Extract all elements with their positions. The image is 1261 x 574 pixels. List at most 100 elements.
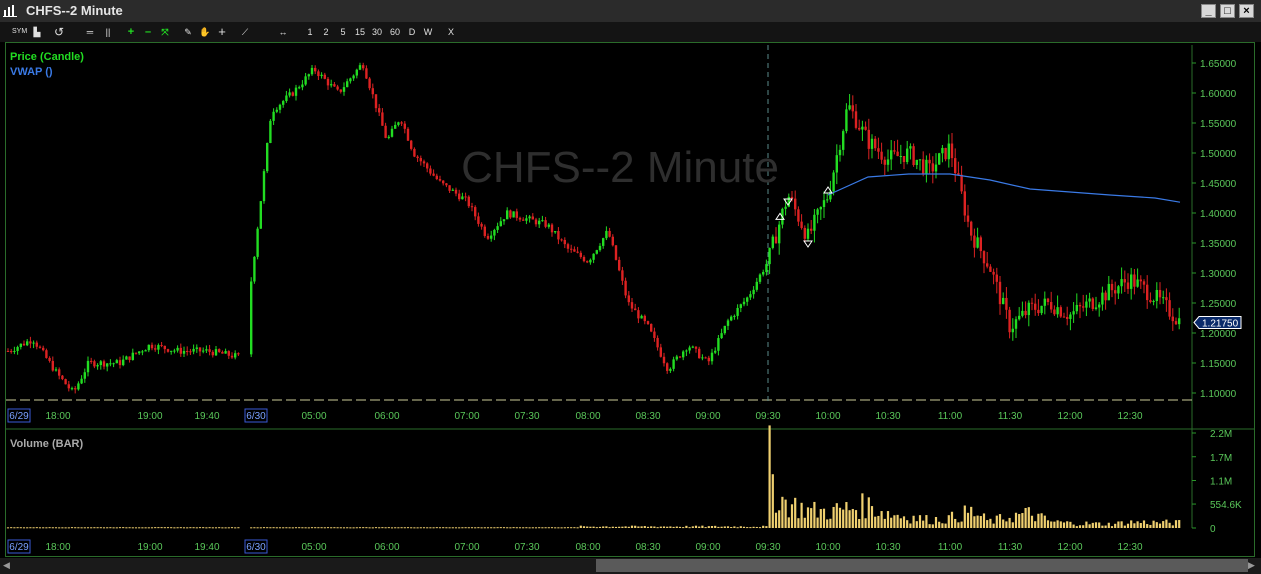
volume-bar — [352, 527, 355, 529]
scroll-right-icon[interactable]: ▶ — [1248, 560, 1255, 571]
volume-bar — [358, 527, 362, 529]
candle-up — [195, 347, 198, 349]
time-tick-label: 08:30 — [635, 411, 660, 422]
volume-bar — [1027, 507, 1030, 528]
candle-up — [493, 229, 496, 236]
scrollbar-thumb[interactable] — [596, 559, 1248, 572]
volume-tick-label: 1.7M — [1210, 453, 1232, 464]
candle-down — [291, 92, 294, 96]
time-tick-label: 18:00 — [45, 411, 70, 422]
volume-bar — [115, 527, 118, 529]
volume-bar — [531, 527, 534, 529]
time-tick-label: 10:30 — [875, 542, 900, 553]
candle-down — [189, 351, 192, 353]
volume-bar — [1075, 526, 1078, 528]
candle-down — [384, 125, 387, 138]
candle-down — [1050, 302, 1053, 310]
volume-bar — [877, 515, 880, 528]
price-tick-label: 1.60000 — [1200, 89, 1237, 100]
candle-up — [499, 221, 502, 227]
candle-up — [758, 274, 762, 282]
candle-up — [32, 342, 35, 344]
candle-down — [637, 310, 640, 319]
volume-bar — [922, 520, 925, 528]
candle-up — [918, 159, 922, 161]
volume-bar — [422, 527, 426, 529]
candle-down — [1171, 316, 1174, 322]
volume-bar — [762, 525, 765, 528]
candle-up — [192, 348, 195, 352]
volume-bar — [736, 527, 739, 529]
volume-bar — [902, 516, 906, 528]
candle-down — [486, 235, 490, 239]
candle-down — [627, 295, 630, 303]
volume-bar — [787, 517, 790, 528]
volume-bar — [1062, 522, 1066, 528]
volume-bar — [323, 527, 326, 529]
price-volume-chart[interactable]: CHFS--2 Minute 1.65000 1.60000 1.55000 1.500… — [0, 0, 1261, 558]
candle-down — [51, 360, 54, 371]
time-tick-label: 10:30 — [875, 411, 900, 422]
candle-down — [896, 151, 899, 157]
candle-up — [272, 111, 275, 121]
candle-up — [250, 281, 253, 355]
candle-up — [298, 87, 301, 89]
volume-bar — [560, 527, 563, 529]
candle-up — [746, 297, 749, 302]
volume-bar — [893, 515, 896, 528]
candle-up — [1027, 302, 1030, 316]
candle-up — [822, 200, 826, 207]
volume-bar — [778, 510, 781, 528]
candle-down — [566, 244, 570, 249]
volume-bar — [493, 527, 496, 529]
time-tick-label: 11:00 — [938, 411, 963, 422]
candle-down — [624, 280, 627, 296]
volume-bar — [410, 527, 413, 529]
date-marker-label: 6/29 — [9, 542, 29, 553]
volume-bar — [822, 508, 826, 528]
volume-bar — [970, 506, 973, 528]
volume-bar — [915, 521, 918, 528]
candle-down — [912, 146, 915, 166]
volume-bar — [742, 526, 746, 528]
candle-up — [397, 122, 400, 125]
volume-bar — [227, 527, 230, 529]
candle-up — [294, 87, 298, 96]
candle-down — [1149, 300, 1152, 303]
volume-bar — [80, 527, 83, 529]
candle-down — [1008, 309, 1011, 333]
candle-down — [368, 78, 371, 89]
volume-bar — [563, 527, 566, 529]
volume-bar — [803, 517, 806, 528]
volume-bar — [608, 527, 611, 529]
volume-bar — [1152, 520, 1155, 528]
candle-up — [1011, 328, 1014, 333]
horizontal-scrollbar[interactable]: ◀ ▶ — [0, 558, 1261, 574]
candle-down — [10, 351, 13, 353]
volume-bar — [432, 527, 435, 529]
candle-up — [816, 209, 819, 215]
candle-down — [960, 174, 963, 192]
candle-up — [275, 109, 278, 112]
candle-down — [323, 74, 326, 79]
candle-down — [134, 352, 138, 354]
candle-up — [685, 350, 688, 352]
candle-down — [557, 231, 560, 240]
volume-bar — [1056, 520, 1059, 528]
price-tick-label: 1.55000 — [1200, 119, 1237, 130]
volume-bar — [317, 527, 320, 529]
volume-bar — [294, 527, 298, 529]
volume-bar — [720, 526, 723, 528]
volume-bar — [64, 527, 67, 529]
volume-bar — [35, 527, 38, 529]
scroll-left-icon[interactable]: ◀ — [3, 560, 10, 571]
volume-bar — [653, 526, 656, 528]
candle-up — [259, 201, 262, 229]
candle-down — [560, 239, 563, 241]
volume-bar — [752, 526, 755, 528]
candle-up — [54, 369, 58, 371]
candle-up — [976, 237, 979, 248]
candle-down — [1126, 282, 1130, 289]
candle-down — [797, 209, 800, 222]
candle-down — [1158, 289, 1162, 298]
